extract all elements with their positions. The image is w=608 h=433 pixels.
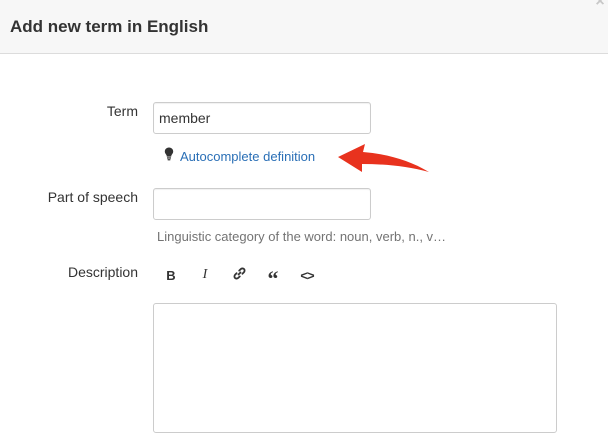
term-input[interactable] (153, 102, 371, 134)
add-term-dialog: Add new term in English × Term Autocompl… (0, 0, 608, 433)
bold-button[interactable]: B (154, 262, 188, 288)
italic-button[interactable]: I (188, 262, 222, 288)
description-toolbar: B I “ <> (154, 262, 324, 291)
dialog-header: Add new term in English × (0, 0, 608, 54)
code-button[interactable]: <> (290, 262, 324, 288)
link-icon (233, 267, 246, 283)
close-icon[interactable]: × (592, 0, 608, 10)
part-of-speech-input[interactable] (153, 188, 371, 220)
lightbulb-icon (164, 147, 174, 166)
description-editor[interactable] (153, 303, 557, 433)
dialog-title: Add new term in English (10, 17, 209, 36)
link-button[interactable] (222, 262, 256, 288)
part-of-speech-help: Linguistic category of the word: noun, v… (157, 229, 447, 244)
autocomplete-definition-label: Autocomplete definition (180, 148, 316, 164)
part-of-speech-label: Part of speech (47, 189, 138, 205)
autocomplete-definition-link[interactable]: Autocomplete definition (164, 147, 315, 165)
term-label: Term (106, 103, 138, 119)
annotation-arrow (338, 144, 429, 172)
description-label: Description (67, 264, 138, 280)
quote-button[interactable]: “ (256, 262, 290, 291)
